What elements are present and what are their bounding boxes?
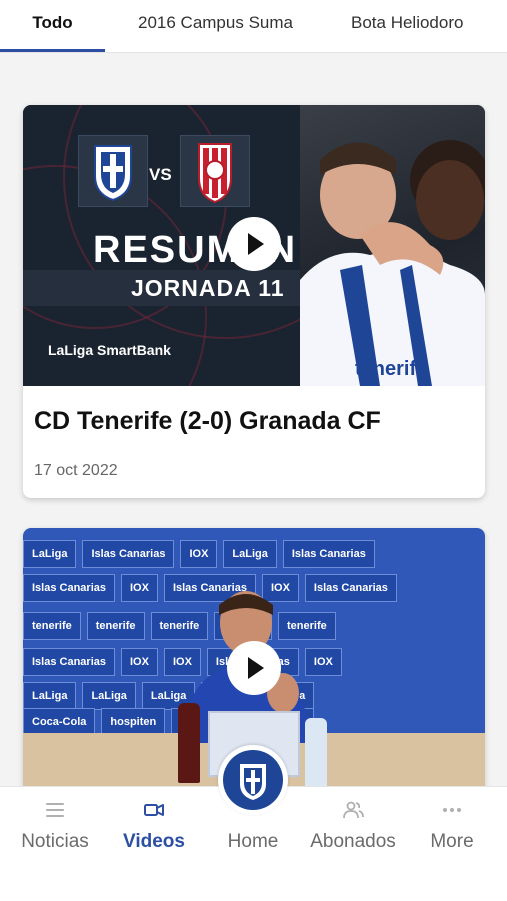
video-thumbnail[interactable]: VS RESUMEN JORNADA 11 LaLiga SmartBank t… xyxy=(23,105,485,386)
video-camera-icon xyxy=(144,804,164,816)
play-button[interactable] xyxy=(227,641,281,695)
thumbnail-subheadline: JORNADA 11 xyxy=(131,275,285,301)
nav-more[interactable]: More xyxy=(407,787,497,852)
versus-label: VS xyxy=(149,165,172,184)
video-card[interactable]: VS RESUMEN JORNADA 11 LaLiga SmartBank t… xyxy=(23,105,485,498)
more-dots-icon xyxy=(443,808,461,812)
sponsor-logo: hospiten xyxy=(101,708,166,736)
nav-label: Abonados xyxy=(310,831,396,852)
sponsor-logo: IOX xyxy=(121,574,158,602)
nav-videos[interactable]: Videos xyxy=(109,787,199,852)
sponsor-logo: Islas Canarias xyxy=(23,648,115,676)
sponsor-logo: IOX xyxy=(180,540,218,568)
nav-abonados[interactable]: Abonados xyxy=(307,787,399,852)
sponsor-logo: LaLiga xyxy=(82,682,136,710)
tab-2016-campus-suma[interactable]: 2016 Campus Suma xyxy=(138,0,293,50)
nav-label: Noticias xyxy=(21,831,89,852)
video-date: 17 oct 2022 xyxy=(34,462,118,479)
list-icon xyxy=(46,803,64,817)
sponsor-logo: Islas Canarias xyxy=(282,540,375,568)
sponsor-logo: Islas Canarias xyxy=(82,540,175,568)
shirt-sponsor-text: tenerife xyxy=(355,358,427,380)
nav-noticias[interactable]: Noticias xyxy=(10,787,100,852)
laliga-smartbank-logo: LaLiga SmartBank xyxy=(48,342,171,358)
bottom-navigation: Noticias Videos Home Abonados More xyxy=(0,745,507,901)
tenerife-crest-icon xyxy=(78,135,148,207)
sponsor-logo: Coca-Cola xyxy=(23,708,96,736)
sponsor-wall-row: LaLiga Islas Canarias IOX LaLiga Islas C… xyxy=(23,540,485,570)
users-icon xyxy=(343,801,364,819)
sponsor-logo: LaLiga xyxy=(23,682,77,710)
tab-todo[interactable]: Todo xyxy=(0,0,105,50)
active-tab-indicator xyxy=(0,49,105,52)
play-icon xyxy=(248,657,264,679)
nav-label: Videos xyxy=(123,831,185,852)
top-tab-bar: Todo 2016 Campus Suma Bota Heliodoro xyxy=(0,0,507,53)
home-button[interactable] xyxy=(218,745,288,815)
cola-bottle xyxy=(178,703,200,783)
water-bottle xyxy=(305,718,327,786)
sponsor-logo: LaLiga xyxy=(23,540,77,568)
video-feed[interactable]: VS RESUMEN JORNADA 11 LaLiga SmartBank t… xyxy=(0,53,507,786)
nav-label: More xyxy=(430,831,474,852)
sponsor-logo: Islas Canarias xyxy=(23,574,115,602)
play-button[interactable] xyxy=(227,217,281,271)
video-title[interactable]: CD Tenerife (2-0) Granada CF xyxy=(34,407,381,436)
granada-crest-icon xyxy=(180,135,250,207)
sponsor-logo: tenerife xyxy=(86,612,145,640)
sponsor-logo: LaLiga xyxy=(223,540,277,568)
players-celebration-photo: tenerife xyxy=(300,105,485,386)
tab-bota-heliodoro[interactable]: Bota Heliodoro xyxy=(351,0,463,50)
play-icon xyxy=(248,233,264,255)
sponsor-logo: IOX xyxy=(121,648,158,676)
club-crest-icon xyxy=(223,750,283,810)
sponsor-logo: tenerife xyxy=(23,612,81,640)
nav-label: Home xyxy=(227,831,279,852)
